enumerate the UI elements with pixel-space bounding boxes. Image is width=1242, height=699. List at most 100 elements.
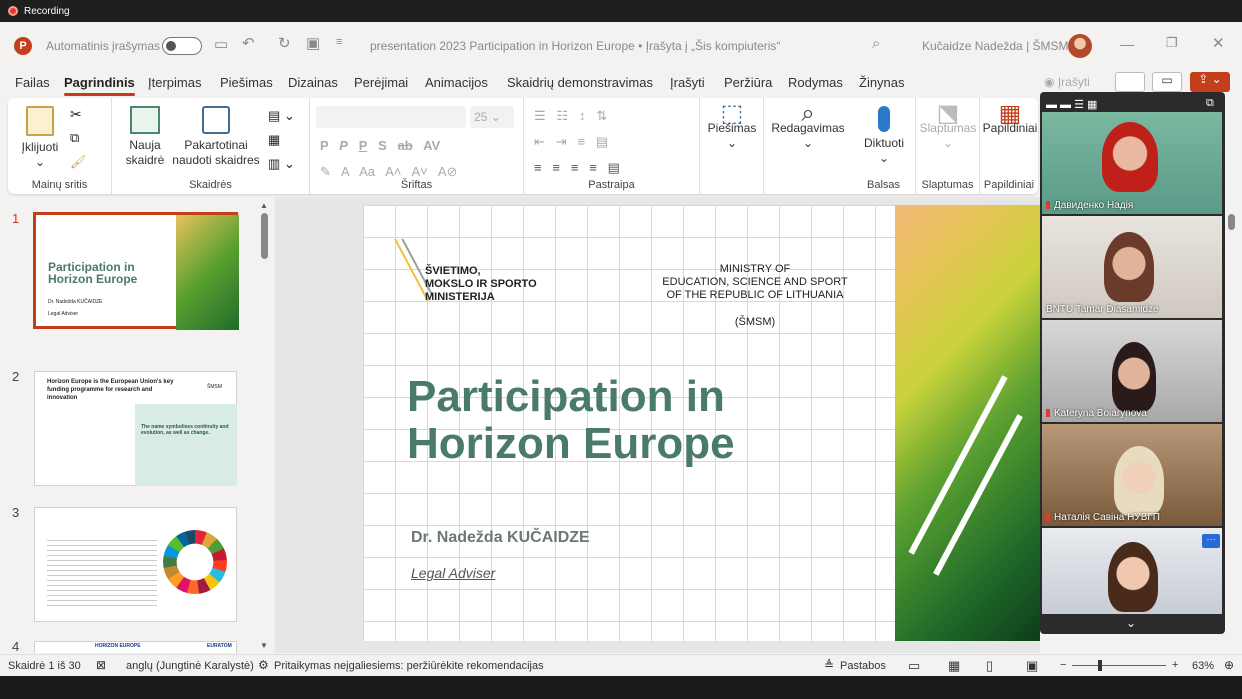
bullets-icon[interactable]: ☰ ☷ ↕ ⇅ [534,108,607,124]
current-slide[interactable]: ŠVIETIMO, MOKSLO IR SPORTO MINISTERIJA M… [363,205,895,641]
copy-icon[interactable]: ⧉ [70,130,79,146]
slideshow-view-icon[interactable]: ▣ [1026,658,1038,674]
thumb2-panel: The name symbolises continuity and evolu… [135,404,237,486]
slide-thumbnail-2[interactable]: Horizon Europe is the European Union's k… [34,371,237,486]
redo-icon[interactable]: ↻ [278,34,291,52]
slide-title-line1: Participation in [407,372,725,421]
tab-review[interactable]: Peržiūra [724,75,772,90]
tab-draw[interactable]: Piešimas [220,75,273,90]
participant-tile[interactable]: Давиденко Надія [1042,112,1222,214]
zoom-slider[interactable] [1072,660,1166,671]
font-name-field[interactable] [316,106,466,128]
language-status[interactable]: anglų (Jungtinė Karalystė) [126,660,254,672]
reuse-slides-button[interactable]: Pakartotinai naudoti skaidres [170,106,262,168]
voice-group: Diktuoti ⌄ Balsas [852,98,916,194]
undo-icon[interactable]: ↶ [242,34,255,52]
notes-button[interactable]: Pastabos [840,660,886,672]
zoom-level[interactable]: 63% [1192,660,1214,672]
popout-icon[interactable]: ⧉ [1206,97,1214,110]
normal-view-icon[interactable]: ▭ [908,658,920,674]
editing-button[interactable]: ⌕ Redagavimas ⌄ [766,100,850,151]
tab-transitions[interactable]: Perėjimai [354,75,408,90]
spellcheck-icon[interactable]: ⊠ [96,658,106,672]
participant-tile[interactable]: Kateryna Boiarynova [1042,320,1222,422]
tab-design[interactable]: Dizainas [288,75,338,90]
ministry-lt-line: MOKSLO IR SPORTO [425,278,537,290]
share-button[interactable]: ⇪ ⌄ [1190,72,1230,92]
chevron-down-icon[interactable]: ⌄ [1126,616,1136,630]
video-call-panel: ▬ ▬ ☰ ▦ ⧉ Давиденко Надія BNTU Tamar Dia… [1040,92,1225,634]
close-icon[interactable]: ✕ [1212,34,1225,52]
accessibility-icon[interactable]: ⚙ [258,658,269,672]
scroll-down-icon[interactable]: ▼ [260,641,268,650]
comments-icon[interactable]: ▭ [1152,72,1182,92]
camera-button[interactable] [1115,72,1145,92]
search-icon[interactable]: ⌕ [872,35,880,52]
sensitivity-button[interactable]: ⬔ Slaptumas ⌄ [918,102,978,151]
magnifier-icon: ⌕ [801,100,815,127]
avatar[interactable] [1068,34,1092,58]
participant-tile[interactable]: BNTU Tamar Diasamidze [1042,216,1222,318]
align-icon[interactable]: ≡ ≡ ≡ ≡ ▤ [534,160,620,176]
zoom-in-icon[interactable]: + [1172,659,1178,671]
accessibility-status[interactable]: Pritaikymas neįgaliesiems: peržiūrėkite … [274,660,544,672]
editing-group: ⌕ Redagavimas ⌄ [764,98,852,194]
font-size-field[interactable]: 25 ⌄ [470,106,514,128]
save-icon[interactable]: ▭ [214,35,228,53]
indent-icon[interactable]: ⇤ ⇥ ≡ ▤ [534,134,608,150]
thumb2-heading: Horizon Europe is the European Union's k… [47,379,174,401]
scroll-up-icon[interactable]: ▲ [260,201,268,210]
restore-icon[interactable]: ❐ [1166,35,1178,51]
format-painter-icon[interactable]: 🖌 [70,154,87,170]
thumbnails-scrollbar[interactable] [261,213,268,259]
thumb2-note: The name symbolises continuity and evolu… [141,424,229,436]
layout-icon[interactable]: ▤ ⌄ [268,108,295,124]
thumb-number: 2 [12,369,20,384]
editor-scrollbar[interactable] [1228,198,1236,628]
recording-label: Recording [24,5,70,17]
font-color-icon[interactable]: ✎ A Aa A˄ A˅ A⊘ [320,164,457,180]
section-icon[interactable]: ▥ ⌄ [268,156,295,172]
reading-view-icon[interactable]: ▯ [986,658,993,674]
tab-home[interactable]: Pagrindinis [64,75,135,96]
new-slide-button[interactable]: Nauja skaidrė [120,106,170,168]
tab-view[interactable]: Rodymas [788,75,843,90]
tab-record[interactable]: Įrašyti [670,75,705,90]
tab-help[interactable]: Žinynas [859,75,905,90]
slide-title-line2: Horizon Europe [407,419,735,468]
document-title[interactable]: presentation 2023 Participation in Horiz… [370,39,780,53]
tab-insert[interactable]: Įterpimas [148,75,201,90]
more-options-icon[interactable]: ⋯ [1202,534,1220,548]
bold-icon[interactable]: P P P S ab AV [320,138,440,153]
slide-thumbnail-3[interactable] [34,507,237,622]
slide-thumbnail-4[interactable]: HORIZON EUROPE EURATOM [34,641,237,653]
slide-sorter-icon[interactable]: ▦ [948,658,960,674]
addins-button[interactable]: ▦ Papildiniai [982,106,1038,136]
zoom-slider-thumb[interactable] [1098,660,1102,671]
user-name[interactable]: Kučaidze Nadežda | ŠMSM [922,39,1069,53]
participant-tile[interactable]: ⋯ [1042,528,1222,614]
paste-button[interactable]: Įklijuoti ⌄ [16,106,64,170]
participant-tile[interactable]: Наталія Савіна НУВГП [1042,424,1222,526]
customize-qat-icon[interactable]: ≡ [336,36,342,48]
minimize-icon[interactable]: — [1120,36,1134,52]
fit-to-window-icon[interactable]: ⊕ [1224,658,1234,672]
reset-icon[interactable]: ▦ [268,132,280,148]
new-slide-icon [130,106,160,134]
autosave-toggle[interactable] [162,37,202,55]
dictate-button[interactable]: Diktuoti ⌄ [856,106,912,166]
minimize-panel-icon[interactable]: ▬ ▬ ☰ ▦ [1046,98,1097,111]
status-bar: Skaidrė 1 iš 30 ⊠ anglų (Jungtinė Karaly… [0,654,1242,676]
record-button[interactable]: ◉ Įrašyti [1044,75,1090,89]
drawing-button[interactable]: ⬚ Piešimas ⌄ [704,102,760,151]
cut-icon[interactable]: ✂ [70,106,82,123]
present-icon[interactable]: ▣ [306,34,320,52]
tab-animations[interactable]: Animacijos [425,75,488,90]
tab-file[interactable]: Failas [15,75,50,90]
slide-thumbnail-1[interactable]: Participation in Horizon Europe Dr. Nade… [33,212,239,330]
notes-icon[interactable]: ≜ [824,658,834,672]
participant-avatar [1108,542,1158,612]
tab-slideshow[interactable]: Skaidrių demonstravimas [507,75,653,90]
zoom-out-icon[interactable]: − [1060,659,1066,671]
ministry-lt-line: ŠVIETIMO, [425,265,481,277]
